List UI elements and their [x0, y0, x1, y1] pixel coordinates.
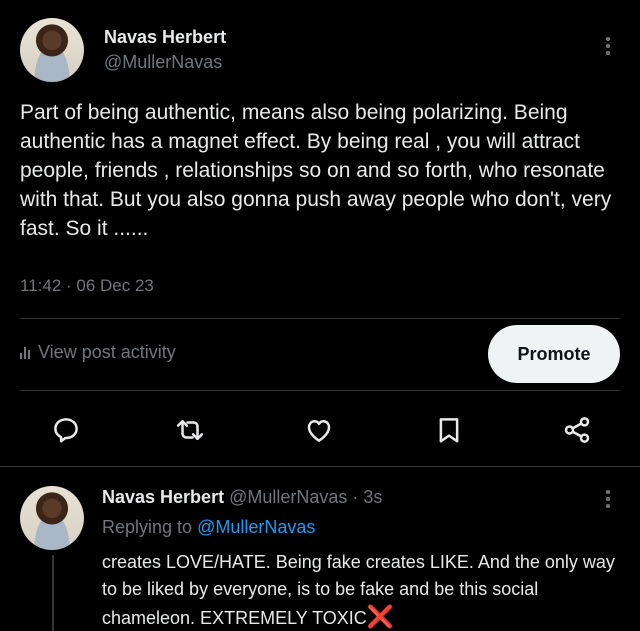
- thread-line: [52, 555, 54, 631]
- like-icon[interactable]: [301, 412, 337, 448]
- reply-author-handle-time[interactable]: @MullerNavas · 3s: [229, 487, 382, 507]
- view-activity-label: View post activity: [38, 342, 176, 362]
- divider: [20, 318, 620, 319]
- bookmark-icon[interactable]: [431, 412, 467, 448]
- promote-button[interactable]: Promote: [488, 325, 620, 383]
- share-icon[interactable]: [559, 412, 595, 448]
- author-avatar[interactable]: [20, 18, 84, 82]
- reply-more-options-icon[interactable]: [605, 490, 611, 508]
- author-handle[interactable]: @MullerNavas: [104, 52, 222, 73]
- reply-icon[interactable]: [48, 412, 84, 448]
- reply-header: Navas Herbert @MullerNavas · 3s: [102, 487, 382, 508]
- reply-text: creates LOVE/HATE. Being fake creates LI…: [102, 552, 615, 628]
- replying-to-line: Replying to @MullerNavas: [102, 517, 315, 538]
- reply-author-avatar[interactable]: [20, 486, 84, 550]
- author-name[interactable]: Navas Herbert: [104, 27, 226, 48]
- repost-icon[interactable]: [172, 412, 208, 448]
- replying-prefix: Replying to: [102, 517, 193, 537]
- more-options-icon[interactable]: [605, 37, 611, 55]
- reply-text-block: creates LOVE/HATE. Being fake creates LI…: [102, 549, 627, 631]
- post-timestamp[interactable]: 11:42 · 06 Dec 23: [20, 276, 154, 296]
- post-text: Part of being authentic, means also bein…: [20, 101, 612, 240]
- section-divider: [0, 466, 640, 467]
- view-post-activity-link[interactable]: View post activity: [20, 342, 176, 363]
- analytics-icon: [20, 346, 30, 359]
- replying-to-mention[interactable]: @MullerNavas: [197, 517, 315, 537]
- divider: [20, 390, 620, 391]
- cross-mark-icon: ❌: [366, 604, 395, 629]
- reply-author-name[interactable]: Navas Herbert: [102, 487, 224, 507]
